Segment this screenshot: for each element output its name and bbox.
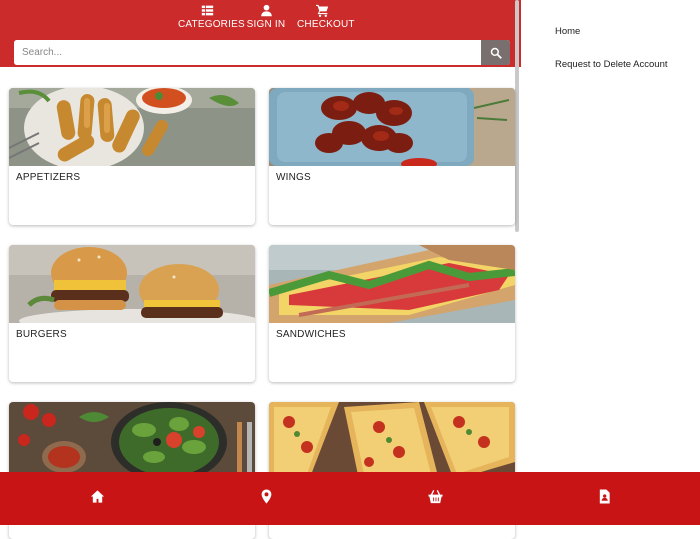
location-icon — [261, 489, 272, 504]
nav-checkout[interactable]: CHECKOUT — [297, 4, 355, 30]
list-icon — [201, 5, 213, 16]
sandwiches-image — [269, 245, 515, 323]
search-bar — [14, 40, 510, 65]
search-icon — [490, 47, 502, 59]
search-button[interactable] — [481, 40, 510, 65]
scrollbar[interactable] — [515, 0, 519, 232]
top-bar: CATEGORIES SIGN IN CHECKOUT — [0, 0, 521, 67]
nav-categories[interactable]: CATEGORIES — [178, 4, 245, 30]
bottom-nav-location[interactable] — [259, 489, 275, 505]
contact-icon — [599, 489, 610, 504]
cart-icon — [315, 4, 328, 17]
category-label: WINGS — [276, 172, 311, 183]
category-label: SANDWICHES — [276, 329, 346, 340]
user-icon — [260, 4, 272, 17]
pizza-image — [269, 402, 515, 480]
home-icon — [90, 490, 105, 503]
side-menu-home[interactable]: Home — [555, 26, 580, 37]
bottom-nav-home[interactable] — [90, 489, 106, 505]
category-card-wings[interactable]: WINGS — [269, 88, 515, 225]
basket-icon — [428, 489, 443, 504]
appetizers-image — [9, 88, 255, 166]
bottom-nav — [0, 472, 700, 525]
bottom-nav-contact[interactable] — [597, 489, 613, 505]
category-card-burgers[interactable]: BURGERS — [9, 245, 255, 382]
burgers-image — [9, 245, 255, 323]
category-label: APPETIZERS — [16, 172, 81, 183]
category-card-appetizers[interactable]: APPETIZERS — [9, 88, 255, 225]
category-label: BURGERS — [16, 329, 67, 340]
nav-signin[interactable]: SIGN IN — [246, 4, 286, 30]
side-menu-delete-account[interactable]: Request to Delete Account — [555, 59, 668, 70]
bottom-nav-basket[interactable] — [428, 489, 444, 505]
nav-categories-label: CATEGORIES — [178, 19, 245, 30]
category-card-sandwiches[interactable]: SANDWICHES — [269, 245, 515, 382]
search-input[interactable] — [14, 40, 480, 65]
app-panel: CATEGORIES SIGN IN CHECKOUT Search... AP… — [0, 0, 521, 539]
nav-checkout-label: CHECKOUT — [297, 19, 355, 30]
salads-image — [9, 402, 255, 480]
nav-signin-label: SIGN IN — [246, 19, 286, 30]
wings-image — [269, 88, 515, 166]
top-nav: CATEGORIES SIGN IN CHECKOUT — [0, 4, 521, 36]
